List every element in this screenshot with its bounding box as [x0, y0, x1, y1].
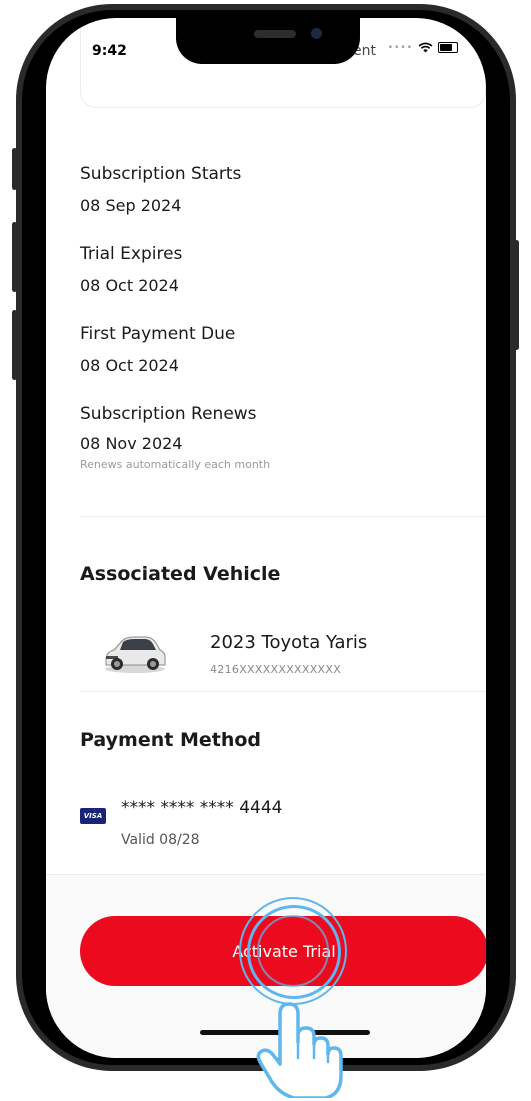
car-image [105, 636, 166, 673]
tap-ripple-inner [257, 915, 329, 987]
power-button [514, 240, 519, 350]
renewal-note: Renews automatically each month [80, 458, 271, 471]
divider [80, 516, 486, 517]
payment-method-title: Payment Method [80, 729, 262, 751]
trial-expires-label: Trial Expires [80, 244, 183, 264]
vehicle-vin: 4216XXXXXXXXXXXXX [210, 663, 342, 676]
battery-icon [438, 42, 458, 53]
speaker-grille [254, 30, 296, 38]
notch [176, 18, 360, 64]
subscription-renews-date: 08 Nov 2024 [80, 434, 183, 453]
tap-hand-icon [256, 1002, 343, 1098]
visa-card-icon: VISA [80, 808, 106, 824]
divider [80, 691, 486, 692]
status-icons: •••• [388, 42, 458, 53]
subscription-starts-label: Subscription Starts [80, 164, 242, 184]
subscription-renews-label: Subscription Renews [80, 404, 257, 424]
card-number: **** **** **** 4444 [121, 798, 283, 818]
associated-vehicle-title: Associated Vehicle [80, 563, 281, 585]
mute-switch [12, 148, 17, 190]
trial-expires-date: 08 Oct 2024 [80, 276, 179, 295]
volume-up-button [12, 222, 17, 292]
wifi-icon [418, 42, 433, 53]
first-payment-label: First Payment Due [80, 324, 236, 344]
first-payment-date: 08 Oct 2024 [80, 356, 179, 375]
status-time: 9:42 [92, 43, 127, 59]
front-camera [311, 28, 322, 39]
volume-down-button [12, 310, 17, 380]
vehicle-name: 2023 Toyota Yaris [210, 632, 368, 653]
signal-dots-icon: •••• [387, 42, 413, 53]
subscription-starts-date: 08 Sep 2024 [80, 196, 182, 215]
card-validity: Valid 08/28 [121, 832, 200, 848]
app-screen: No long-term commitment 9:42 •••• Subscr… [46, 18, 486, 1058]
